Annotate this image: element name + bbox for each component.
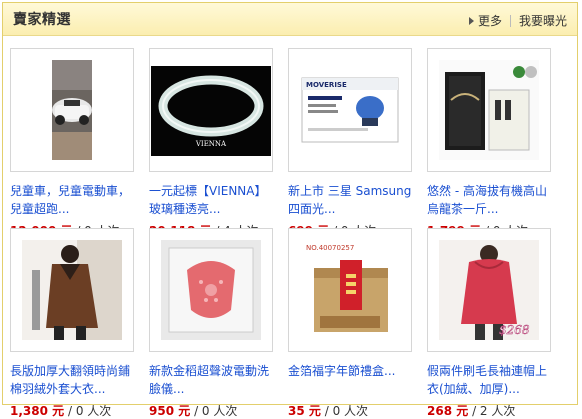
product-image[interactable]: MOVERISE [288,48,412,172]
product-image[interactable] [10,228,134,352]
product-image[interactable]: NO.40070257 [288,228,412,352]
kids-car-image [52,60,92,160]
bid-count: / 0 人次 [194,404,238,418]
product-image[interactable]: $268 [427,228,551,352]
play-arrow-icon [468,16,474,25]
panel-header: 賣家精選 更多 我要曝光 [3,3,577,36]
svg-text:MOVERISE: MOVERISE [306,81,347,89]
price: 35 元 [288,404,321,418]
bid-count: / 2 人次 [472,404,516,418]
product-name[interactable]: 假兩件刷毛長袖連帽上 衣(加絨、加厚)... [427,362,562,398]
svg-text:NO.40070257: NO.40070257 [306,244,354,252]
led-bulb-box-image: MOVERISE [301,77,399,143]
product-name[interactable]: 金箔福字年節禮盒... [288,362,423,380]
product-name[interactable]: 一元起標【VIENNA】 玻璃種透亮... [149,182,284,218]
gift-box-image: NO.40070257 [300,240,400,340]
product-name[interactable]: 新款金稻超聲波電動洗 臉儀... [149,362,284,398]
product-image[interactable] [10,48,134,172]
expose-link[interactable]: 我要曝光 [519,12,567,29]
price-line: 35 元 / 0 人次 [288,402,368,419]
bid-count: / 0 人次 [67,404,112,418]
product-image[interactable] [427,48,551,172]
svg-text:$268: $268 [499,323,530,337]
down-coat-image [22,240,122,340]
header-links: 更多 我要曝光 [468,12,567,29]
price: 1,380 元 [10,404,65,418]
hoodie-image: $268 [439,240,539,340]
tea-box-image [439,60,539,160]
product-name[interactable]: 兒童車，兒童電動車， 兒童超跑... [10,182,145,218]
price: 950 元 [149,404,191,418]
price-line: 268 元 / 2 人次 [427,402,515,419]
price-line: 1,380 元 / 0 人次 [10,402,111,419]
product-name[interactable]: 長版加厚大翻領時尚鋪 棉羽絨外套大衣... [10,362,145,398]
price-line: 950 元 / 0 人次 [149,402,237,419]
panel-title: 賣家精選 [13,12,71,28]
svg-text:VIENNA: VIENNA [195,140,227,148]
divider [509,14,511,27]
price: 268 元 [427,404,469,418]
bid-count: / 0 人次 [324,404,369,418]
face-cleaner-image [161,240,261,340]
product-image[interactable] [149,228,273,352]
product-image[interactable]: VIENNA [149,48,273,172]
more-link[interactable]: 更多 [478,12,502,29]
product-name[interactable]: 悠然 - 高海拔有機高山 烏龍茶一斤... [427,182,562,218]
jade-bangle-image: VIENNA [151,66,271,156]
product-name[interactable]: 新上市 三星 Samsung 四面光... [288,182,423,218]
featured-panel: 賣家精選 更多 我要曝光 兒童車，兒童電動車， 兒童超跑... VIENNA 一… [2,2,578,418]
